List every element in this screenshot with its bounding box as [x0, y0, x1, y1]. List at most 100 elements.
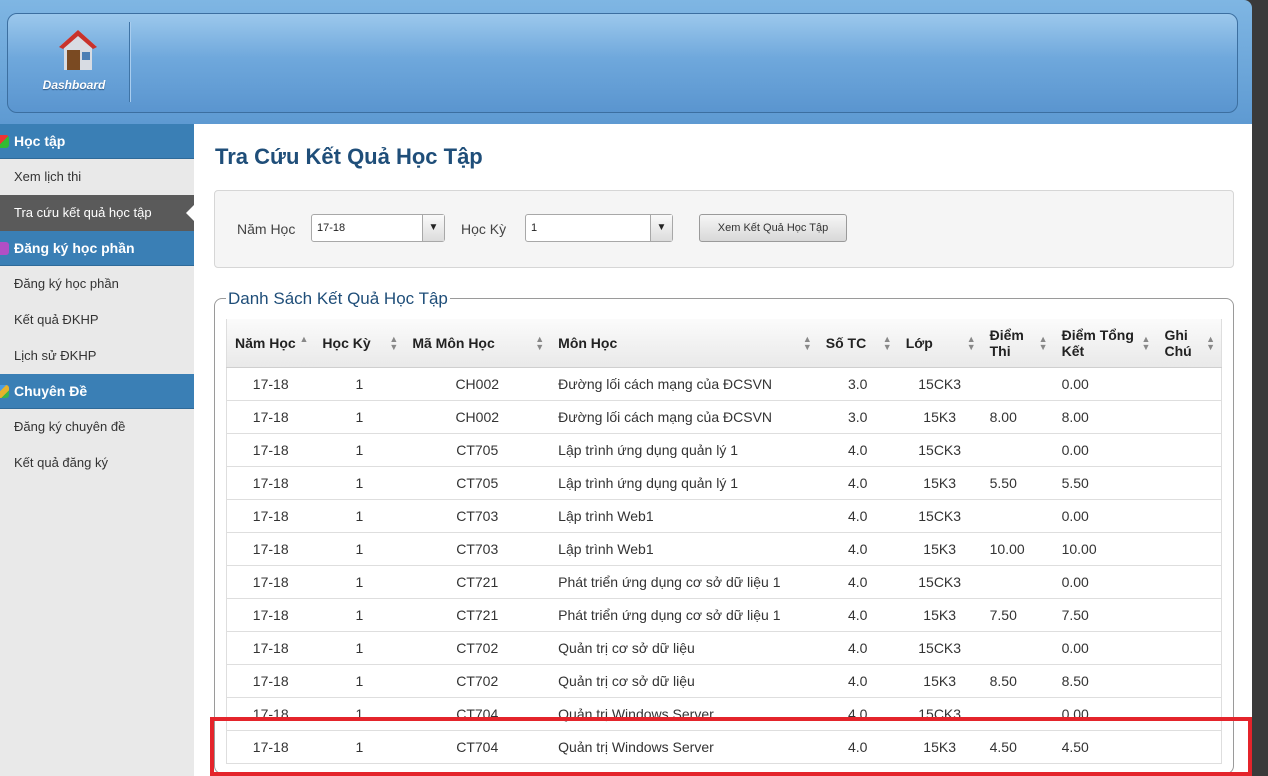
table-cell: 15K3 [897, 400, 982, 434]
table-cell: 0.00 [1053, 499, 1157, 533]
table-cell: CH002 [404, 400, 551, 434]
table-cell: 1 [314, 598, 405, 632]
table-cell [1156, 532, 1223, 566]
view-results-button[interactable]: Xem Kết Quả Học Tập [699, 214, 847, 242]
column-header-so-tc[interactable]: Số TC ▲ ▼ [817, 319, 898, 368]
table-cell: Quản trị cơ sở dữ liệu [550, 631, 818, 665]
sidebar-item-dang-ky-chuyen-de[interactable]: Đăng ký chuyên đề [0, 409, 194, 445]
table-row: 17-18 1 CT703 Lập trình Web1 4.0 15K3 10.00 10.… [226, 532, 1223, 566]
table-cell: CT702 [404, 631, 551, 665]
table-row: 17-18 1 CT702 Quản trị cơ sở dữ liệu 4.0 15K3… [226, 664, 1223, 698]
table-cell: CT705 [404, 466, 551, 500]
sidebar-section-hoc-tap[interactable]: Học tập [0, 124, 194, 159]
year-label: Năm Học [237, 221, 296, 237]
table-cell: 1 [314, 499, 405, 533]
table-cell: CT703 [404, 499, 551, 533]
header-toolbar: Dashboard [7, 13, 1238, 113]
table-cell: Đường lối cách mạng của ĐCSVN [550, 367, 818, 401]
table-cell: Lập trình Web1 [550, 532, 818, 566]
column-header-nam-hoc[interactable]: Năm Học ▲ [226, 319, 315, 368]
sidebar-section-label: Học tập [14, 133, 66, 149]
table-cell [1156, 466, 1223, 500]
table-cell: 7.50 [1053, 598, 1157, 632]
table-cell: 8.50 [1053, 664, 1157, 698]
table-cell: 1 [314, 466, 405, 500]
column-header-diem-thi[interactable]: Điểm Thi ▲ ▼ [981, 319, 1054, 368]
sidebar-item-dang-ky-hoc-phan[interactable]: Đăng ký học phần [0, 266, 194, 302]
home-icon [59, 30, 97, 70]
table-cell [1156, 631, 1223, 665]
page-title: Tra Cứu Kết Quả Học Tập [215, 144, 483, 169]
results-table: Năm Học ▲ Học Kỳ ▲ ▼ Mã Môn Học ▲ ▼ Môn Học ▲ ▼… [226, 319, 1223, 764]
table-cell: Lập trình ứng dụng quản lý 1 [550, 466, 818, 500]
table-cell: 15CK3 [897, 367, 982, 401]
sort-icon: ▲ ▼ [802, 334, 812, 352]
column-header-ghi-chu[interactable]: Ghi Chú ▲ ▼ [1156, 319, 1223, 368]
term-label: Học Kỳ [461, 221, 507, 237]
table-cell: 17-18 [226, 367, 315, 401]
table-row: 17-18 1 CT721 Phát triển ứng dụng cơ sở dữ … [226, 598, 1223, 632]
table-row: 17-18 1 CH002 Đường lối cách mạng của ĐCSVN… [226, 367, 1223, 401]
table-cell: 1 [314, 433, 405, 467]
table-cell: 4.0 [817, 433, 898, 467]
table-cell: 17-18 [226, 400, 315, 434]
table-cell: CT702 [404, 664, 551, 698]
chevron-down-icon: ▼ [422, 215, 444, 241]
column-header-lop[interactable]: Lớp ▲ ▼ [897, 319, 982, 368]
table-cell: 4.0 [817, 499, 898, 533]
sort-icon: ▲ ▼ [1206, 334, 1215, 352]
year-select-value: 17-18 [317, 222, 346, 234]
term-select-value: 1 [531, 222, 538, 234]
table-cell: Phát triển ứng dụng cơ sở dữ liệu 1 [550, 565, 818, 599]
table-cell: 1 [314, 565, 405, 599]
table-cell: 17-18 [226, 631, 315, 665]
table-cell: 1 [314, 367, 405, 401]
table-cell: Đường lối cách mạng của ĐCSVN [550, 400, 818, 434]
table-cell: 8.00 [1053, 400, 1157, 434]
table-cell: CT721 [404, 598, 551, 632]
table-cell [981, 367, 1054, 401]
year-select[interactable]: 17-18 ▼ [311, 214, 445, 242]
table-cell: 15K3 [897, 466, 982, 500]
sort-icon: ▲ ▼ [1141, 334, 1151, 352]
table-cell: 17-18 [226, 565, 315, 599]
dashboard-button[interactable]: Dashboard [18, 14, 130, 102]
table-body: 17-18 1 CH002 Đường lối cách mạng của ĐCSVN… [226, 367, 1223, 764]
table-cell: 1 [314, 400, 405, 434]
sidebar-section-dang-ky-hoc-phan[interactable]: Đăng ký học phần [0, 231, 194, 266]
table-row: 17-18 1 CT703 Lập trình Web1 4.0 15CK3 0.00 [226, 499, 1223, 533]
table-row: 17-18 1 CT702 Quản trị cơ sở dữ liệu 4.0 15CK… [226, 631, 1223, 665]
table-cell: 15K3 [897, 532, 982, 566]
table-cell: 5.50 [981, 466, 1054, 500]
table-cell: 15CK3 [897, 631, 982, 665]
table-header-row: Năm Học ▲ Học Kỳ ▲ ▼ Mã Môn Học ▲ ▼ Môn Học ▲ ▼… [226, 319, 1223, 368]
list-icon [0, 242, 9, 255]
sidebar-section-chuyen-de[interactable]: Chuyên Đề [0, 374, 194, 409]
sidebar-item-ket-qua-dkhp[interactable]: Kết quả ĐKHP [0, 302, 194, 338]
table-row: 17-18 1 CT705 Lập trình ứng dụng quản lý 14… [226, 466, 1223, 500]
sidebar-item-lich-su-dkhp[interactable]: Lịch sử ĐKHP [0, 338, 194, 374]
table-cell: 4.0 [817, 532, 898, 566]
table-cell [981, 565, 1054, 599]
table-cell: 7.50 [981, 598, 1054, 632]
table-cell: CT703 [404, 532, 551, 566]
sort-icon: ▲ ▼ [1038, 334, 1048, 352]
table-cell: Lập trình Web1 [550, 499, 818, 533]
highlight-box [210, 717, 1252, 776]
table-cell: 1 [314, 631, 405, 665]
table-cell: 17-18 [226, 466, 315, 500]
sort-icon: ▲ ▼ [535, 334, 545, 352]
column-header-diem-tong-ket[interactable]: Điểm Tổng Kết ▲ ▼ [1053, 319, 1157, 368]
column-header-hoc-ky[interactable]: Học Kỳ ▲ ▼ [314, 319, 405, 368]
term-select[interactable]: 1 ▼ [525, 214, 673, 242]
sidebar-item-ket-qua-dang-ky[interactable]: Kết quả đăng ký [0, 445, 194, 481]
table-row: 17-18 1 CT705 Lập trình ứng dụng quản lý 14… [226, 433, 1223, 467]
table-cell [1156, 664, 1223, 698]
top-header: Dashboard [0, 0, 1252, 124]
sort-icon: ▲ ▼ [966, 334, 976, 352]
column-header-ma-mon-hoc[interactable]: Mã Môn Học ▲ ▼ [404, 319, 551, 368]
sidebar-item-tra-cuu-ket-qua[interactable]: Tra cứu kết quả học tập [0, 195, 195, 231]
sidebar-item-xem-lich-thi[interactable]: Xem lịch thi [0, 159, 194, 195]
table-cell: Phát triển ứng dụng cơ sở dữ liệu 1 [550, 598, 818, 632]
column-header-mon-hoc[interactable]: Môn Học ▲ ▼ [550, 319, 818, 368]
